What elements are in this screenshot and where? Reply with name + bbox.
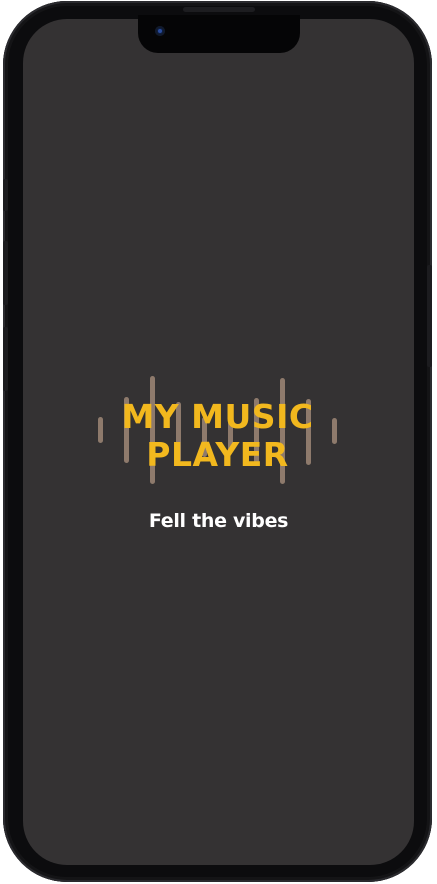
app-title-line1: MY MUSIC <box>121 397 314 436</box>
app-title: MY MUSIC PLAYER <box>95 398 340 474</box>
mute-switch <box>3 179 8 211</box>
volume-down-button <box>3 327 8 391</box>
power-button <box>427 265 432 367</box>
earpiece-speaker <box>183 7 255 12</box>
tagline: Fell the vibes <box>148 510 289 532</box>
volume-up-button <box>3 241 8 305</box>
app-logo: MY MUSIC PLAYER <box>95 372 345 492</box>
front-camera <box>155 26 165 36</box>
app-title-line2: PLAYER <box>146 435 289 474</box>
